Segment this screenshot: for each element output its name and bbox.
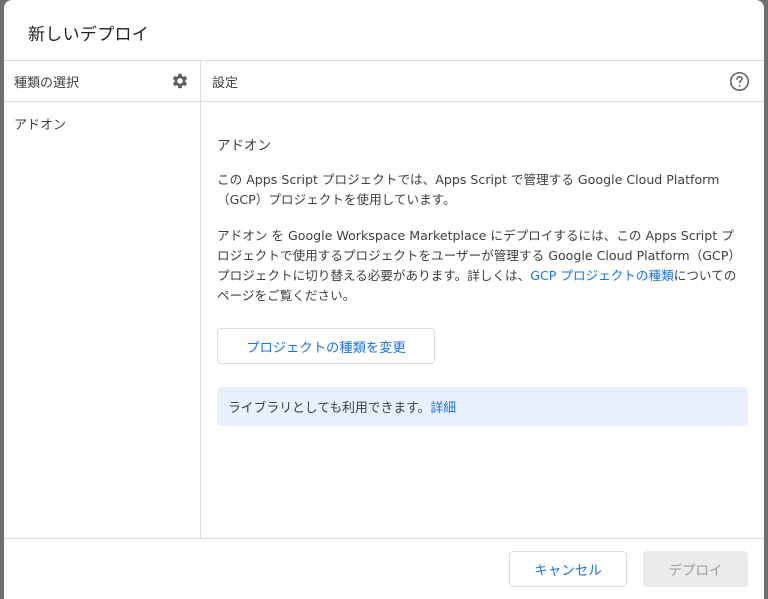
settings-title: 設定 [212, 76, 239, 91]
info-text: ライブラリとしても利用できます。 [228, 401, 431, 416]
marketplace-info-paragraph: アドオン を Google Workspace Marketplace にデプロ… [217, 226, 745, 306]
gcp-info-paragraph: この Apps Script プロジェクトでは、Apps Script で管理す… [217, 172, 720, 207]
gear-icon[interactable] [171, 72, 189, 90]
library-info-banner: ライブラリとしても利用できます。 詳細 [217, 387, 748, 426]
section-heading: アドオン [217, 138, 271, 154]
change-project-type-button[interactable]: プロジェクトの種類を変更 [217, 328, 435, 364]
header-divider [4, 101, 764, 102]
gcp-project-types-link[interactable]: GCP プロジェクトの種類 [530, 268, 674, 283]
help-circle-icon[interactable] [729, 71, 750, 92]
select-type-title: 種類の選択 [14, 76, 80, 91]
type-item-addon[interactable]: アドオン [14, 114, 66, 133]
cancel-button[interactable]: キャンセル [509, 551, 627, 587]
new-deployment-dialog: 新しいデプロイ 種類の選択 アドオン 設定 アドオン この Apps Scrip… [4, 0, 764, 599]
title-divider [4, 60, 764, 61]
dialog-title: 新しいデプロイ [28, 25, 150, 45]
details-link[interactable]: 詳細 [430, 397, 456, 416]
column-divider [200, 61, 201, 538]
footer-divider [4, 538, 764, 539]
deploy-button[interactable]: デプロイ [643, 551, 748, 587]
